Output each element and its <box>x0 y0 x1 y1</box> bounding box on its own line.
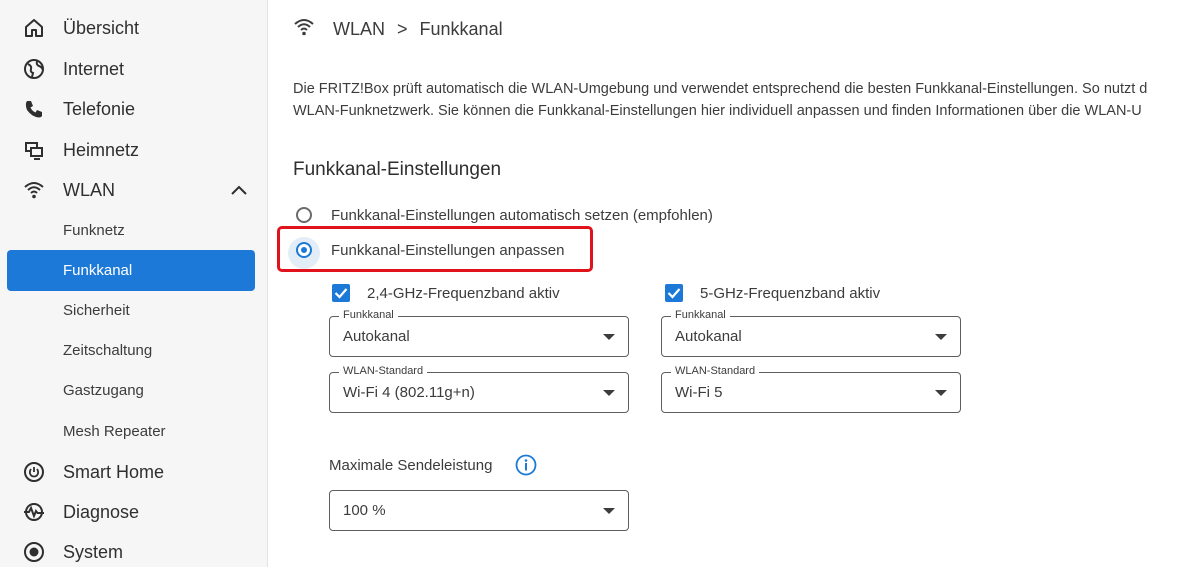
sidebar-item-wlan[interactable]: WLAN <box>0 170 268 210</box>
sidebar: Übersicht Internet Telefonie Heimnetz WL… <box>0 0 268 567</box>
band-5-label: 5-GHz-Frequenzband aktiv <box>700 284 881 302</box>
phone-icon <box>22 98 46 120</box>
intro-text: Die FRITZ!Box prüft automatisch die WLAN… <box>293 78 1200 122</box>
select-legend: Funkkanal <box>339 309 398 321</box>
sidebar-item-telefonie[interactable]: Telefonie <box>0 89 268 129</box>
info-icon[interactable] <box>515 454 537 476</box>
sidebar-subitem-label: Funkkanal <box>63 262 133 279</box>
select-legend: WLAN-Standard <box>671 365 760 377</box>
intro-line-2: WLAN-Funknetzwerk. Sie können die Funkka… <box>293 103 1142 119</box>
wifi-icon <box>22 179 46 201</box>
sidebar-subitem-sicherheit[interactable]: Sicherheit <box>0 291 268 331</box>
globe-icon <box>22 58 46 80</box>
intro-line-1: Die FRITZ!Box prüft automatisch die WLAN… <box>293 81 1148 97</box>
breadcrumb: WLAN > Funkkanal <box>333 19 503 40</box>
transmit-power-label: Maximale Sendeleistung <box>329 457 493 474</box>
band-24-label: 2,4-GHz-Frequenzband aktiv <box>367 284 560 302</box>
sidebar-item-internet[interactable]: Internet <box>0 49 268 89</box>
checkbox-checked[interactable] <box>665 284 683 302</box>
section-title: Funkkanal-Einstellungen <box>293 159 502 180</box>
sidebar-subitem-zeitschaltung[interactable]: Zeitschaltung <box>0 331 268 371</box>
select-value: Wi-Fi 5 <box>675 384 723 401</box>
band-24-channel-select[interactable]: Funkkanal Autokanal <box>329 309 629 357</box>
dropdown-caret-icon <box>603 390 615 396</box>
sidebar-item-diagnose[interactable]: Diagnose <box>0 492 268 532</box>
sidebar-item-label: Heimnetz <box>63 139 140 160</box>
breadcrumb-separator: > <box>397 19 408 39</box>
sidebar-subitem-label: Mesh Repeater <box>63 423 166 440</box>
sidebar-subitem-funknetz[interactable]: Funknetz <box>0 211 268 251</box>
select-value: Wi-Fi 4 (802.11g+n) <box>343 384 475 401</box>
sidebar-subitem-label: Gastzugang <box>63 382 144 399</box>
select-legend: WLAN-Standard <box>339 365 428 377</box>
select-value: Autokanal <box>675 328 742 345</box>
sidebar-item-label: Smart Home <box>63 461 165 482</box>
dropdown-caret-icon <box>603 334 615 340</box>
sidebar-item-system[interactable]: System <box>0 532 268 572</box>
sidebar-item-heimnetz[interactable]: Heimnetz <box>0 130 268 170</box>
sidebar-item-label: WLAN <box>63 179 116 200</box>
sidebar-subitem-mesh-repeater[interactable]: Mesh Repeater <box>0 412 268 452</box>
sidebar-subitem-gastzugang[interactable]: Gastzugang <box>0 371 268 411</box>
sidebar-item-label: Diagnose <box>63 501 140 522</box>
diagnose-icon <box>22 501 46 523</box>
sidebar-item-label: Telefonie <box>63 98 136 119</box>
sidebar-item-smart-home[interactable]: Smart Home <box>0 452 268 492</box>
radio-auto-label: Funkkanal-Einstellungen automatisch setz… <box>331 206 713 224</box>
sidebar-item-uebersicht[interactable]: Übersicht <box>0 8 268 48</box>
band-5-checkbox-row[interactable]: 5-GHz-Frequenzband aktiv <box>665 281 880 305</box>
select-legend: Funkkanal <box>671 309 730 321</box>
dropdown-caret-icon <box>603 508 615 514</box>
sidebar-subitem-label: Sicherheit <box>63 302 130 319</box>
power-icon <box>22 461 46 483</box>
radio-wrapper <box>288 237 320 269</box>
sidebar-subitem-label: Funknetz <box>63 222 125 239</box>
radio-auto-settings[interactable]: Funkkanal-Einstellungen automatisch setz… <box>296 202 713 228</box>
radio-button-unchecked[interactable] <box>296 207 312 223</box>
dropdown-caret-icon <box>935 390 947 396</box>
radio-button-checked[interactable] <box>296 242 312 258</box>
band-5-standard-select[interactable]: WLAN-Standard Wi-Fi 5 <box>661 365 961 413</box>
breadcrumb-section[interactable]: WLAN <box>333 19 385 40</box>
sidebar-subitem-funkkanal[interactable]: Funkkanal <box>7 250 255 291</box>
chevron-up-icon[interactable] <box>230 182 248 198</box>
wifi-icon <box>293 16 315 38</box>
select-value: 100 % <box>343 502 386 519</box>
dropdown-caret-icon <box>935 334 947 340</box>
sidebar-item-label: System <box>63 541 124 562</box>
band-5-channel-select[interactable]: Funkkanal Autokanal <box>661 309 961 357</box>
sidebar-subitem-label: Zeitschaltung <box>63 342 153 359</box>
sidebar-item-label: Internet <box>63 58 125 79</box>
main-content: WLAN > Funkkanal Die FRITZ!Box prüft aut… <box>268 0 1200 567</box>
checkbox-checked[interactable] <box>332 284 350 302</box>
band-24-standard-select[interactable]: WLAN-Standard Wi-Fi 4 (802.11g+n) <box>329 365 629 413</box>
system-icon <box>22 541 46 563</box>
radio-custom-label: Funkkanal-Einstellungen anpassen <box>331 241 565 259</box>
sidebar-item-label: Übersicht <box>63 17 140 38</box>
transmit-power-select[interactable]: 100 % <box>329 490 629 531</box>
network-icon <box>22 139 46 161</box>
band-24-checkbox-row[interactable]: 2,4-GHz-Frequenzband aktiv <box>332 281 560 305</box>
radio-custom-settings[interactable]: Funkkanal-Einstellungen anpassen <box>288 237 565 269</box>
select-value: Autokanal <box>343 328 410 345</box>
breadcrumb-page: Funkkanal <box>419 19 503 39</box>
home-icon <box>22 17 46 39</box>
